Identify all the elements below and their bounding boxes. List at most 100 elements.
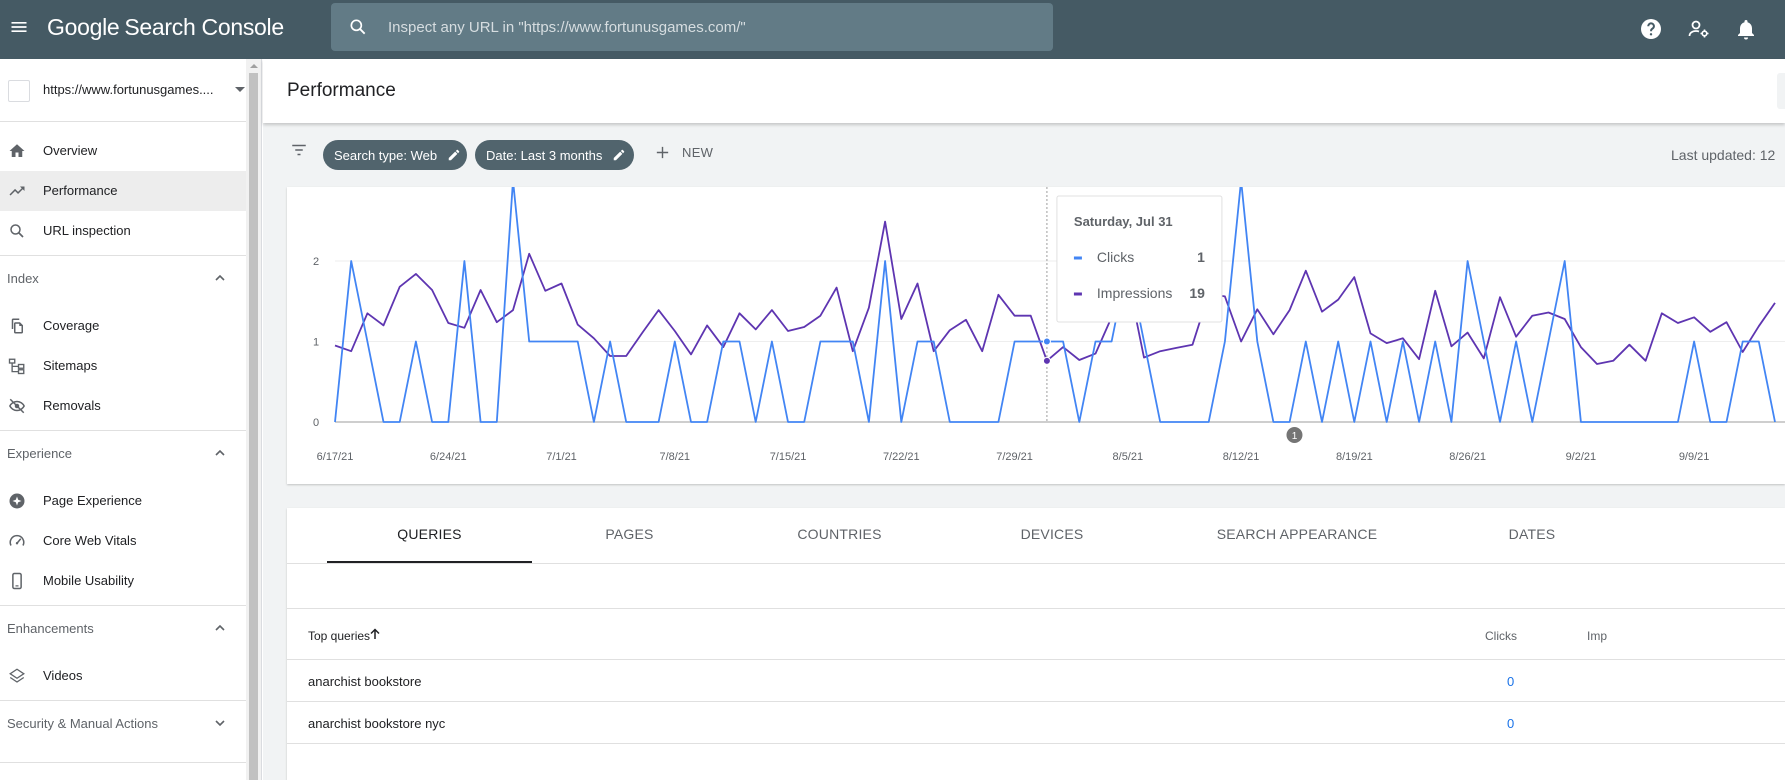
url-inspect-input[interactable] <box>388 3 1038 51</box>
sidebar-item-url-inspection[interactable]: URL inspection <box>0 211 246 251</box>
sidebar-item-label: Mobile Usability <box>43 573 135 588</box>
tab-label: SEARCH APPEARANCE <box>1216 526 1378 542</box>
notifications-icon[interactable] <box>1734 17 1758 41</box>
sidebar-item-videos[interactable]: Videos <box>0 656 246 696</box>
logo-google-text: Google <box>47 14 120 40</box>
x-tick-label: 8/19/21 <box>1336 451 1373 463</box>
sidebar-item-label: Removals <box>43 398 101 413</box>
section-label: Index <box>7 271 39 286</box>
sidebar-item-label: URL inspection <box>43 223 131 238</box>
x-tick-label: 6/24/21 <box>430 451 467 463</box>
clicks-value: 0 <box>1507 716 1515 731</box>
tab-label: DATES <box>1508 526 1556 542</box>
x-tick-label: 7/22/21 <box>883 451 920 463</box>
sidebar-item-label: Sitemaps <box>43 358 98 373</box>
x-tick-label: 9/2/21 <box>1566 451 1597 463</box>
edit-icon[interactable] <box>612 148 626 162</box>
table-row[interactable]: anarchist bookstore nyc 0 <box>287 702 1785 744</box>
report-tabs-card: QUERIES PAGES COUNTRIES DEVICES SEARCH A… <box>287 508 1785 780</box>
logo-product-text: Search Console <box>124 14 284 40</box>
sidebar-item-mobile-usability[interactable]: Mobile Usability <box>0 561 246 601</box>
scrollbar-thumb[interactable] <box>249 73 258 780</box>
filter-icon[interactable] <box>290 141 308 159</box>
annotation-badge-label: 1 <box>1292 431 1298 442</box>
edit-icon[interactable] <box>447 148 461 162</box>
tab-search-appearance[interactable]: SEARCH APPEARANCE <box>1152 508 1442 563</box>
sidebar-section-enhancements[interactable]: Enhancements <box>0 606 246 650</box>
sidebar-section-security[interactable]: Security & Manual Actions <box>0 701 246 745</box>
sidebar-section-experience[interactable]: Experience <box>0 431 246 475</box>
home-icon <box>9 144 25 157</box>
chevron-down-icon[interactable] <box>214 717 226 729</box>
x-tick-label: 7/8/21 <box>659 451 690 463</box>
layers-icon <box>9 668 25 683</box>
sidebar-item-removals[interactable]: Removals <box>0 386 246 426</box>
column-header-impressions[interactable]: Imp <box>1587 629 1607 643</box>
plus-icon <box>656 146 669 159</box>
tab-devices[interactable]: DEVICES <box>952 508 1152 563</box>
help-icon[interactable] <box>1639 17 1663 41</box>
column-header-queries[interactable]: Top queries <box>308 629 370 643</box>
hover-point-clicks <box>1042 337 1051 346</box>
column-header-clicks[interactable]: Clicks <box>1485 629 1517 643</box>
page-title: Performance <box>287 80 396 101</box>
manage-users-icon[interactable] <box>1687 17 1711 41</box>
y-tick-label: 1 <box>313 337 319 349</box>
app-logo[interactable]: Google Search Console <box>47 14 284 41</box>
tooltip-legend-value: 1 <box>1197 249 1205 265</box>
visibility-off-icon <box>9 398 25 414</box>
tooltip-legend-value: 19 <box>1189 285 1205 301</box>
tab-label: COUNTRIES <box>797 526 882 542</box>
search-type-chip[interactable]: Search type: Web <box>323 140 467 170</box>
tab-dates[interactable]: DATES <box>1442 508 1622 563</box>
x-tick-label: 8/12/21 <box>1223 451 1260 463</box>
hover-point-impressions <box>1042 356 1051 365</box>
menu-icon[interactable] <box>9 17 29 37</box>
phone-icon <box>12 572 22 590</box>
sidebar-item-label: Performance <box>43 183 118 198</box>
chevron-up-icon[interactable] <box>214 272 226 284</box>
sort-arrow-up-icon[interactable] <box>369 628 381 640</box>
tab-countries[interactable]: COUNTRIES <box>727 508 952 563</box>
sidebar-scrollbar[interactable] <box>246 59 262 780</box>
sidebar-item-page-experience[interactable]: Page Experience <box>0 481 246 521</box>
sidebar-item-core-web-vitals[interactable]: Core Web Vitals <box>0 521 246 561</box>
chevron-up-icon[interactable] <box>214 622 226 634</box>
x-tick-label: 8/5/21 <box>1113 451 1144 463</box>
tab-label: DEVICES <box>1020 526 1084 542</box>
query-text: anarchist bookstore nyc <box>308 716 446 731</box>
search-icon[interactable] <box>348 17 368 37</box>
trending-up-icon <box>9 186 25 196</box>
sidebar-item-coverage[interactable]: Coverage <box>0 306 246 346</box>
x-tick-label: 8/26/21 <box>1449 451 1486 463</box>
page-experience-icon <box>9 493 25 509</box>
sidebar-divider <box>0 762 246 763</box>
performance-chart[interactable]: 2 1 0 6/17/21 6/24/21 7/1/21 7/8/21 7/15/21 7/22… <box>287 187 1785 484</box>
chevron-up-icon[interactable] <box>214 447 226 459</box>
chevron-down-icon[interactable] <box>235 87 245 92</box>
sidebar-item-label: Overview <box>43 143 98 158</box>
sidebar-item-sitemaps[interactable]: Sitemaps <box>0 346 246 386</box>
tab-label: PAGES <box>605 526 654 542</box>
export-button[interactable] <box>1777 73 1785 109</box>
sidebar-item-label: Core Web Vitals <box>43 533 137 548</box>
property-selector[interactable]: https://www.fortunusgames.... <box>0 59 262 122</box>
date-range-chip[interactable]: Date: Last 3 months <box>475 140 634 170</box>
sidebar-section-index[interactable]: Index <box>0 256 246 300</box>
series-line-clicks <box>334 187 1776 423</box>
tab-pages[interactable]: PAGES <box>532 508 727 563</box>
new-filter-button[interactable]: NEW <box>654 144 713 161</box>
sidebar-item-performance[interactable]: Performance <box>0 171 246 211</box>
section-label: Experience <box>7 446 73 461</box>
chip-label: Search type: Web <box>334 147 438 163</box>
tooltip-legend-label: Clicks <box>1097 249 1134 265</box>
url-inspect-search <box>331 3 1053 51</box>
scroll-up-arrow[interactable] <box>250 64 258 68</box>
table-row[interactable]: anarchist bookstore 0 <box>287 660 1785 702</box>
sidebar-item-label: Coverage <box>43 318 100 333</box>
sidebar-item-overview[interactable]: Overview <box>0 131 246 171</box>
tab-queries[interactable]: QUERIES <box>327 508 532 563</box>
x-tick-label: 6/17/21 <box>317 451 354 463</box>
new-filter-label: NEW <box>682 145 714 160</box>
section-label: Enhancements <box>7 621 94 636</box>
